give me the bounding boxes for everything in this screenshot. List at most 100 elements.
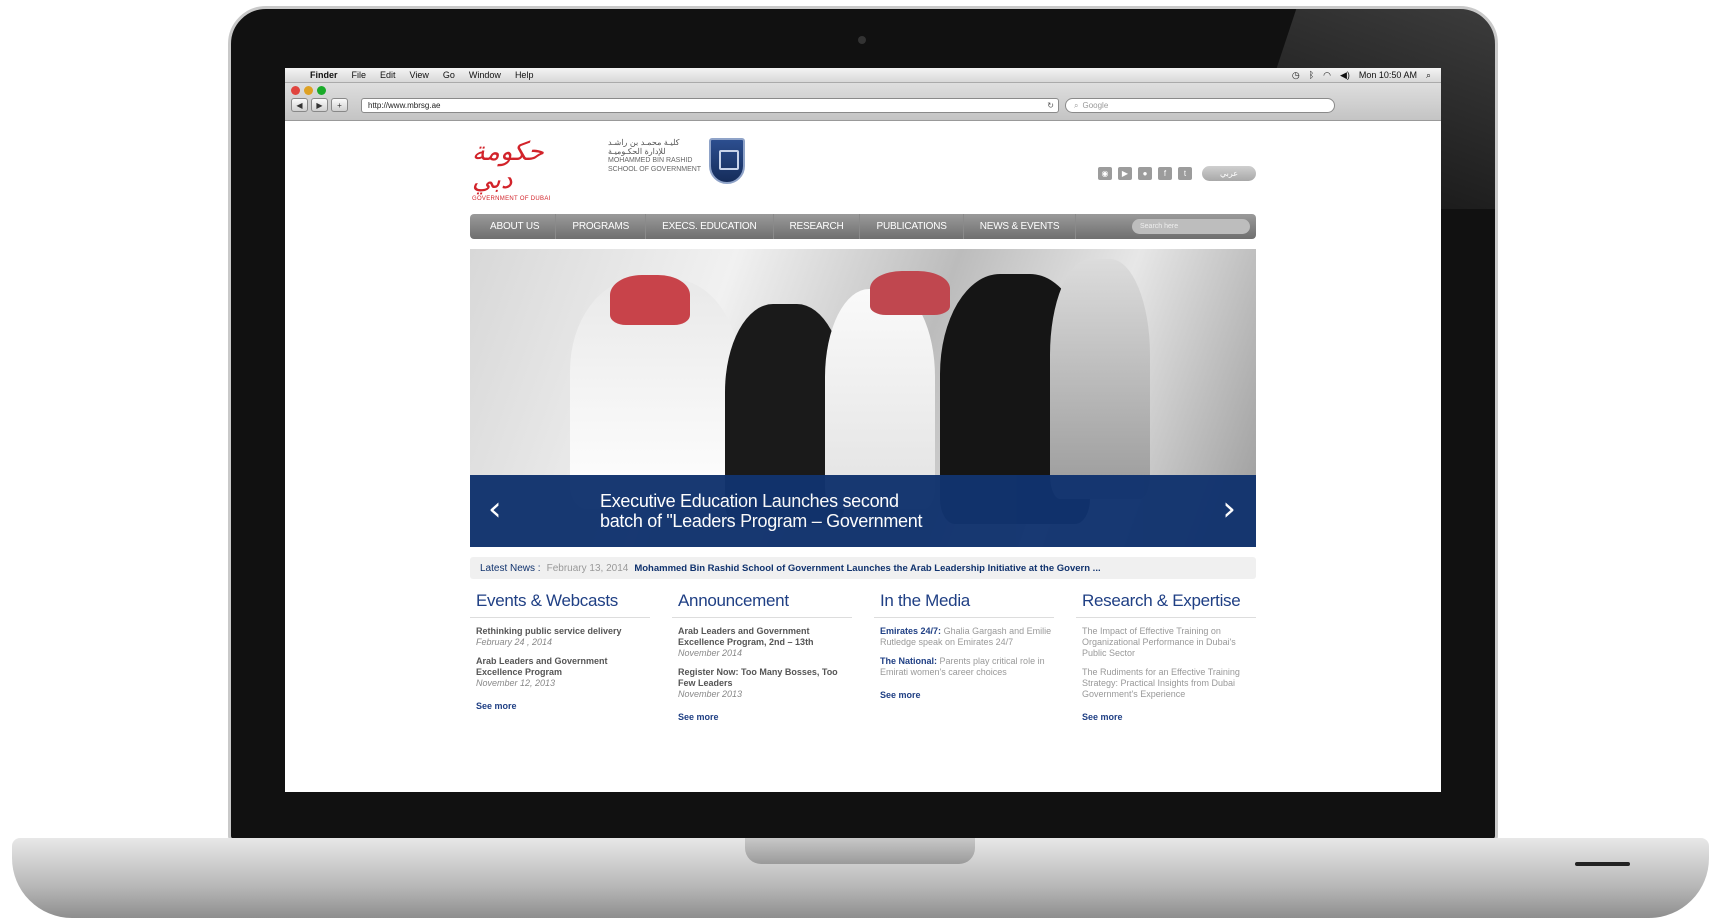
url-text: http://www.mbrsg.ae [368, 101, 441, 110]
announcement-see-more-link[interactable]: See more [672, 700, 852, 722]
research-see-more-link[interactable]: See more [1076, 700, 1256, 722]
youtube-icon[interactable]: ▶ [1118, 167, 1132, 180]
media-source: Emirates 24/7: [880, 626, 942, 636]
research-column: Research & Expertise The Impact of Effec… [1076, 591, 1256, 722]
hero-slider: ‹ Executive Education Launches second ba… [470, 249, 1256, 547]
announcement-title: Arab Leaders and Government Excellence P… [678, 626, 814, 647]
list-item[interactable]: Arab Leaders and Government Excellence P… [470, 648, 650, 689]
list-item[interactable]: Rethinking public service delivery Febru… [470, 618, 650, 648]
rss-icon[interactable]: ◉ [1098, 167, 1112, 180]
twitter-icon[interactable]: t [1178, 167, 1192, 180]
events-heading[interactable]: Events & Webcasts [470, 591, 650, 618]
site-search-input[interactable]: Search here [1132, 219, 1250, 234]
list-item[interactable]: The Rudiments for an Effective Training … [1076, 659, 1256, 700]
event-title: Arab Leaders and Government Excellence P… [476, 656, 608, 677]
bluetooth-icon[interactable]: ᛒ [1309, 70, 1314, 80]
nav-research[interactable]: Research [774, 214, 861, 239]
flickr-icon[interactable]: ● [1138, 167, 1152, 180]
content-columns: Events & Webcasts Rethinking public serv… [470, 591, 1256, 722]
search-placeholder: Google [1082, 101, 1109, 110]
close-window-button[interactable] [291, 86, 300, 95]
address-bar[interactable]: http://www.mbrsg.ae ↻ [361, 98, 1059, 113]
volume-icon[interactable]: ◀) [1340, 70, 1350, 81]
nav-programs[interactable]: Programs [556, 214, 647, 239]
laptop-notch [745, 838, 975, 864]
list-item[interactable]: The National: Parents play critical role… [874, 648, 1054, 678]
browser-toolbar: ◀ ▶ + http://www.mbrsg.ae ↻ ⌕ Google [285, 83, 1441, 121]
menu-file[interactable]: File [345, 70, 374, 80]
hero-photo-headdress [870, 271, 950, 315]
event-title: Rethinking public service delivery [476, 626, 622, 636]
list-item[interactable]: Register Now: Too Many Bosses, Too Few L… [672, 659, 852, 700]
hero-caption[interactable]: Executive Education Launches second batc… [600, 491, 922, 531]
government-of-dubai-logo[interactable]: حكومة دبي GOVERNMENT OF DUBAI [472, 138, 582, 202]
zoom-window-button[interactable] [317, 86, 326, 95]
facebook-icon[interactable]: f [1158, 167, 1172, 180]
menu-help[interactable]: Help [508, 70, 541, 80]
main-nav: About Us Programs Execs. Education Resea… [470, 214, 1256, 239]
menu-finder[interactable]: Finder [303, 70, 345, 80]
announcement-title: Register Now: Too Many Bosses, Too Few L… [678, 667, 838, 688]
social-links: ◉ ▶ ● f t عربي [1098, 166, 1256, 181]
research-heading[interactable]: Research & Expertise [1076, 591, 1256, 618]
screen: Finder File Edit View Go Window Help ◷ ᛒ… [285, 68, 1441, 792]
event-date: November 12, 2013 [476, 678, 556, 688]
add-bookmark-button[interactable]: + [331, 98, 348, 112]
mac-menubar: Finder File Edit View Go Window Help ◷ ᛒ… [285, 68, 1441, 83]
hero-photo-person [1050, 259, 1150, 499]
school-name-arabic-2: للإدارة الحكـوميـة [608, 147, 666, 156]
language-toggle-button[interactable]: عربي [1202, 166, 1256, 181]
media-heading[interactable]: In the Media [874, 591, 1054, 618]
nav-buttons: ◀ ▶ + [291, 98, 348, 112]
latest-news-headline[interactable]: Mohammed Bin Rashid School of Government… [634, 563, 1100, 574]
school-name-arabic-1: كليـة محمـد بن راشـد [608, 138, 680, 147]
browser-search-input[interactable]: ⌕ Google [1065, 98, 1335, 113]
menu-go[interactable]: Go [436, 70, 462, 80]
dubai-logo-english: GOVERNMENT OF DUBAI [472, 196, 551, 202]
site-header: حكومة دبي GOVERNMENT OF DUBAI كليـة محمـ… [470, 126, 1256, 206]
school-shield-icon [709, 138, 746, 184]
latest-news-date: February 13, 2014 [546, 562, 629, 574]
events-see-more-link[interactable]: See more [470, 689, 650, 711]
announcement-column: Announcement Arab Leaders and Government… [672, 591, 852, 722]
hero-caption-line1: Executive Education Launches second [600, 491, 899, 511]
events-column: Events & Webcasts Rethinking public serv… [470, 591, 650, 722]
media-see-more-link[interactable]: See more [874, 678, 1054, 700]
hero-photo-headdress [610, 275, 690, 325]
menu-window[interactable]: Window [462, 70, 508, 80]
back-button[interactable]: ◀ [291, 98, 308, 112]
wifi-icon[interactable]: ◠ [1323, 70, 1331, 81]
window-controls [291, 86, 326, 95]
latest-news-label: Latest News : [480, 562, 541, 574]
nav-execs-education[interactable]: Execs. Education [646, 214, 774, 239]
time-machine-icon[interactable]: ◷ [1292, 70, 1300, 81]
laptop-slit [1575, 862, 1630, 866]
website: حكومة دبي GOVERNMENT OF DUBAI كليـة محمـ… [470, 126, 1256, 722]
list-item[interactable]: The Impact of Effective Training on Orga… [1076, 618, 1256, 659]
list-item[interactable]: Arab Leaders and Government Excellence P… [672, 618, 852, 659]
announcement-heading[interactable]: Announcement [672, 591, 852, 618]
camera [858, 36, 866, 44]
forward-button[interactable]: ▶ [311, 98, 328, 112]
mbrsg-logo[interactable]: كليـة محمـد بن راشـد للإدارة الحكـوميـة … [608, 138, 746, 184]
nav-news-events[interactable]: News & Events [964, 214, 1077, 239]
announcement-date: November 2013 [678, 689, 743, 699]
search-icon: ⌕ [1074, 100, 1079, 110]
announcement-date: November 2014 [678, 648, 743, 658]
nav-publications[interactable]: Publications [860, 214, 964, 239]
menu-view[interactable]: View [403, 70, 436, 80]
nav-about-us[interactable]: About Us [474, 214, 557, 239]
slider-prev-icon[interactable]: ‹ [488, 489, 502, 529]
reload-icon[interactable]: ↻ [1047, 101, 1058, 110]
clock[interactable]: Mon 10:50 AM [1359, 70, 1417, 80]
menubar-status: ◷ ᛒ ◠ ◀) Mon 10:50 AM ⌕ [1292, 70, 1441, 81]
school-name-english-1: MOHAMMED BIN RASHID [608, 157, 693, 164]
minimize-window-button[interactable] [304, 86, 313, 95]
slider-next-icon[interactable]: › [1222, 489, 1236, 529]
dubai-logo-arabic: حكومة دبي [472, 137, 544, 195]
school-name-english-2: SCHOOL OF GOVERNMENT [608, 166, 702, 173]
hero-caption-line2: batch of "Leaders Program – Government [600, 511, 923, 531]
spotlight-icon[interactable]: ⌕ [1426, 70, 1431, 81]
menu-edit[interactable]: Edit [373, 70, 403, 80]
list-item[interactable]: Emirates 24/7: Ghalia Gargash and Emilie… [874, 618, 1054, 648]
